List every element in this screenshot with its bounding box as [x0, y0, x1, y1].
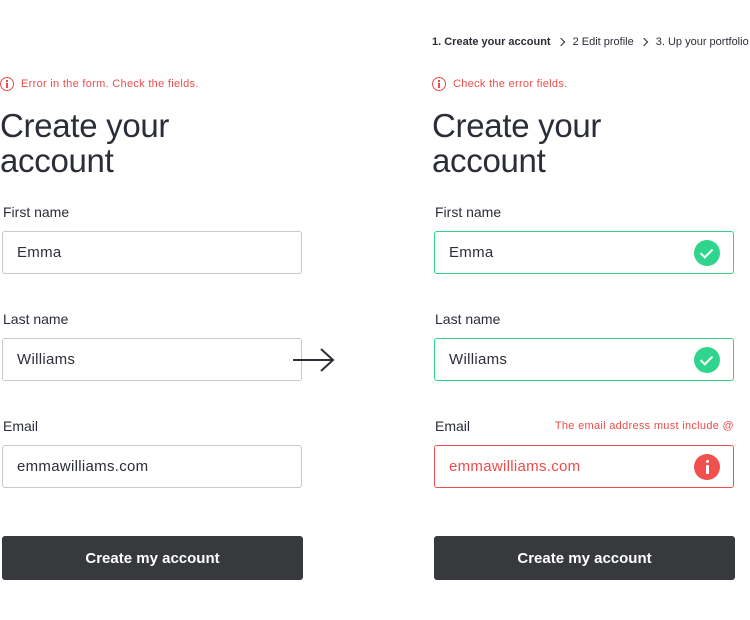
info-icon [432, 77, 446, 91]
form-error-text: Check the error fields. [453, 78, 568, 90]
last-name-value: Williams [17, 351, 76, 368]
email-field[interactable]: emmawilliams.com [434, 445, 734, 488]
alert-icon [694, 454, 720, 480]
first-name-field[interactable]: Emma [434, 231, 734, 274]
last-name-field[interactable]: Williams [434, 338, 734, 381]
breadcrumb-step-1[interactable]: 1. Create your account [432, 36, 551, 48]
breadcrumb-step-3[interactable]: 3. Up your portfolio [656, 36, 749, 48]
page-title-line2: account [432, 142, 546, 179]
arrow-right-icon [293, 348, 335, 372]
create-account-button[interactable]: Create my account [434, 536, 735, 580]
form-before: Error in the form. Check the fields. Cre… [0, 0, 310, 620]
first-name-field[interactable]: Emma [2, 231, 302, 274]
email-field[interactable]: emmawilliams.com [2, 445, 302, 488]
page-title: Create your account [0, 108, 169, 178]
check-icon [694, 240, 720, 266]
form-error-text: Error in the form. Check the fields. [21, 78, 199, 90]
check-icon [694, 347, 720, 373]
info-icon [0, 77, 14, 91]
first-name-label: First name [435, 204, 502, 220]
page-title: Create your account [432, 108, 601, 178]
first-name-label: First name [3, 204, 70, 220]
chevron-right-icon [639, 37, 648, 47]
page-title-line1: Create your [0, 107, 170, 144]
form-error-banner: Error in the form. Check the fields. [0, 77, 199, 91]
email-error-message: The email address must include @ [554, 420, 734, 432]
breadcrumb-step-2[interactable]: 2 Edit profile [573, 36, 634, 48]
first-name-value: Emma [449, 244, 494, 261]
last-name-label: Last name [435, 311, 501, 327]
form-error-banner: Check the error fields. [432, 77, 568, 91]
breadcrumb: 1. Create your account 2 Edit profile 3.… [432, 36, 749, 48]
last-name-value: Williams [449, 351, 508, 368]
page-title-line1: Create your [432, 107, 602, 144]
comparison-stage: Error in the form. Check the fields. Cre… [0, 0, 750, 620]
email-value: emmawilliams.com [449, 458, 581, 475]
email-value: emmawilliams.com [17, 458, 149, 475]
create-account-button[interactable]: Create my account [2, 536, 303, 580]
last-name-label: Last name [3, 311, 69, 327]
form-after: 1. Create your account 2 Edit profile 3.… [432, 0, 750, 620]
email-label: Email [3, 418, 39, 434]
last-name-field[interactable]: Williams [2, 338, 302, 381]
first-name-value: Emma [17, 244, 62, 261]
chevron-right-icon [556, 37, 565, 47]
email-label: Email [435, 418, 471, 434]
page-title-line2: account [0, 142, 114, 179]
